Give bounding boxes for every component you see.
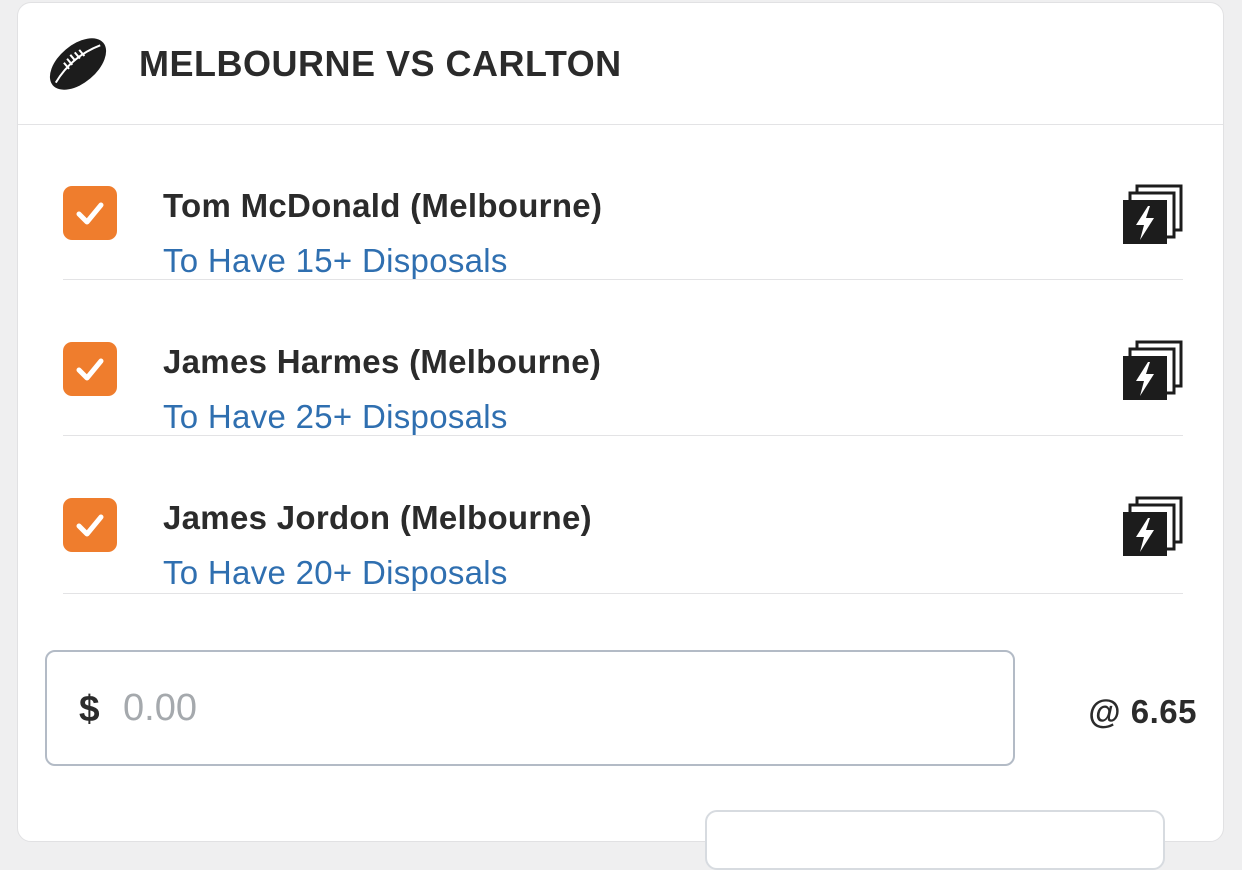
match-title: MELBOURNE VS CARLTON	[139, 43, 622, 84]
action-button[interactable]	[705, 810, 1165, 870]
checkmark-icon	[76, 358, 104, 381]
same-game-multi-icon[interactable]	[1121, 184, 1183, 246]
leg-player: Tom McDonald (Melbourne)	[163, 187, 603, 224]
bet-leg[interactable]: James Harmes (Melbourne) To Have 25+ Dis…	[63, 280, 1183, 436]
leg-market[interactable]: To Have 20+ Disposals	[163, 553, 508, 593]
leg-market[interactable]: To Have 15+ Disposals	[163, 241, 508, 281]
bet-leg[interactable]: James Jordon (Melbourne) To Have 20+ Dis…	[63, 436, 1183, 594]
leg-checkbox[interactable]	[63, 186, 117, 240]
bet-legs-list: Tom McDonald (Melbourne) To Have 15+ Dis…	[63, 124, 1183, 594]
checkmark-icon	[76, 514, 104, 537]
same-game-multi-icon[interactable]	[1121, 496, 1183, 558]
leg-checkbox[interactable]	[63, 342, 117, 396]
leg-player: James Harmes (Melbourne)	[163, 343, 602, 380]
stake-input[interactable]	[123, 678, 983, 738]
stake-field[interactable]: $	[45, 650, 1015, 766]
match-header: MELBOURNE VS CARLTON	[18, 3, 1223, 125]
leg-checkbox[interactable]	[63, 498, 117, 552]
combined-odds: @ 6.65	[1088, 693, 1197, 730]
bet-leg[interactable]: Tom McDonald (Melbourne) To Have 15+ Dis…	[63, 124, 1183, 280]
leg-player: James Jordon (Melbourne)	[163, 499, 592, 536]
leg-market[interactable]: To Have 25+ Disposals	[163, 397, 508, 437]
currency-symbol: $	[79, 688, 100, 729]
checkmark-icon	[76, 202, 104, 225]
same-game-multi-icon[interactable]	[1121, 340, 1183, 402]
football-icon	[49, 38, 107, 90]
